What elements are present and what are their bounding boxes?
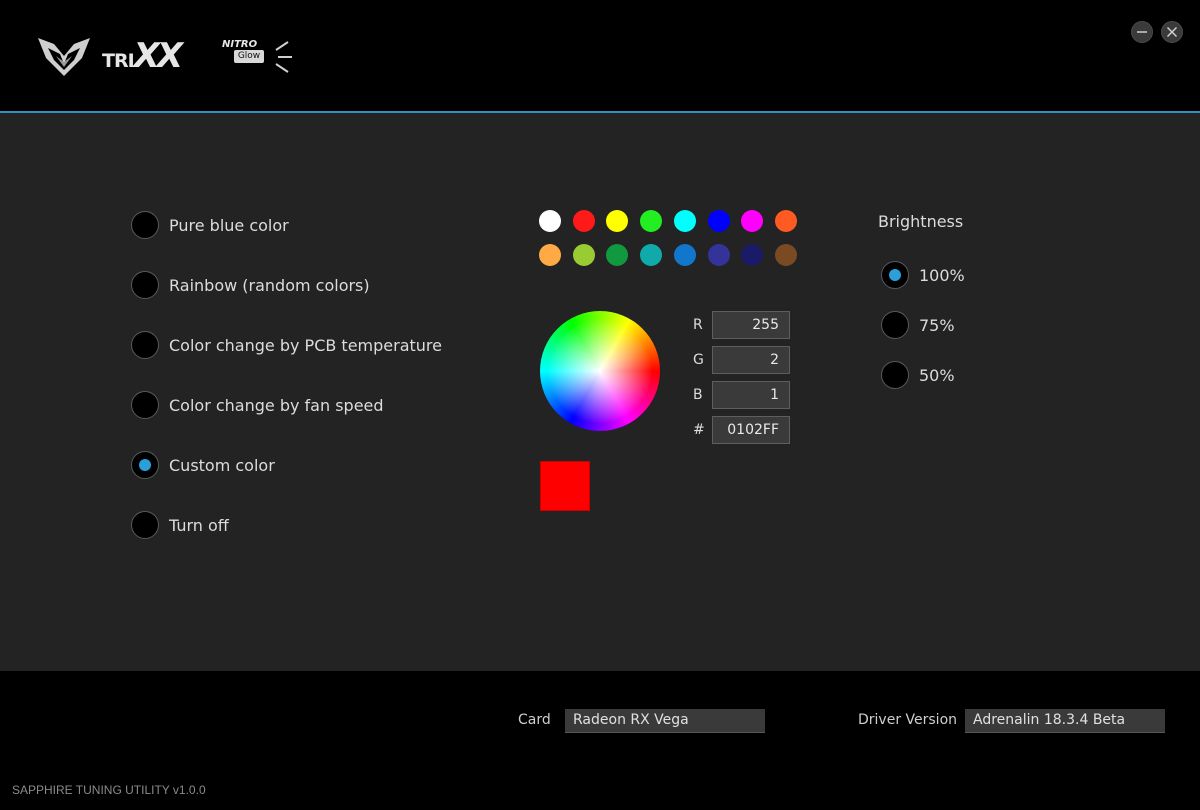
hex-input[interactable] bbox=[712, 416, 790, 444]
palette-swatch[interactable] bbox=[707, 210, 730, 232]
glow-rays-icon bbox=[275, 41, 292, 73]
palette-swatch[interactable] bbox=[539, 210, 561, 232]
mode-label: Color change by fan speed bbox=[169, 395, 384, 415]
mode-option-custom-color[interactable]: Custom color bbox=[131, 451, 275, 479]
brand-part2: XX bbox=[133, 36, 183, 76]
palette-swatch[interactable] bbox=[673, 244, 696, 266]
mode-label: Pure blue color bbox=[169, 215, 289, 235]
radio-button[interactable] bbox=[131, 211, 159, 239]
palette-swatch[interactable] bbox=[707, 244, 730, 266]
brand-part1: TRI bbox=[102, 50, 135, 72]
card-label: Card bbox=[518, 712, 551, 728]
palette-swatch[interactable] bbox=[572, 210, 595, 232]
mode-label: Turn off bbox=[169, 515, 229, 535]
color-preview-swatch bbox=[540, 461, 590, 511]
palette-swatch[interactable] bbox=[774, 244, 797, 266]
palette-swatch[interactable] bbox=[774, 210, 797, 232]
red-label: R bbox=[693, 317, 703, 333]
mode-label: Color change by PCB temperature bbox=[169, 335, 442, 355]
trixx-emblem-icon bbox=[38, 38, 90, 76]
radio-button[interactable] bbox=[881, 311, 909, 339]
glow-badge: Glow bbox=[234, 50, 264, 63]
radio-button[interactable] bbox=[131, 511, 159, 539]
driver-version-label: Driver Version bbox=[858, 712, 958, 728]
app-version-text: SAPPHIRE TUNING UTILITY v1.0.0 bbox=[12, 783, 206, 797]
close-button[interactable] bbox=[1161, 21, 1183, 43]
header-bar: TRIXX NITRO Glow bbox=[0, 0, 1200, 111]
red-input[interactable] bbox=[712, 311, 790, 339]
brightness-option-100[interactable]: 100% bbox=[881, 261, 965, 289]
driver-version-field: Adrenalin 18.3.4 Beta bbox=[965, 709, 1165, 733]
minimize-button[interactable] bbox=[1131, 21, 1153, 43]
radio-button-checked[interactable] bbox=[131, 451, 159, 479]
nitro-badge: NITRO bbox=[222, 39, 258, 50]
brightness-option-50[interactable]: 50% bbox=[881, 361, 955, 389]
minimize-icon bbox=[1137, 31, 1147, 33]
palette-swatch[interactable] bbox=[640, 210, 663, 232]
radio-button[interactable] bbox=[131, 271, 159, 299]
mode-option-pure-blue[interactable]: Pure blue color bbox=[131, 211, 289, 239]
green-input[interactable] bbox=[712, 346, 790, 374]
palette-swatch[interactable] bbox=[673, 210, 696, 232]
green-label: G bbox=[693, 352, 704, 368]
close-icon bbox=[1166, 26, 1178, 38]
blue-label: B bbox=[693, 387, 703, 403]
brightness-title: Brightness bbox=[878, 212, 964, 231]
radio-button[interactable] bbox=[881, 361, 909, 389]
mode-label: Rainbow (random colors) bbox=[169, 275, 370, 295]
brightness-label: 100% bbox=[919, 265, 965, 285]
brightness-option-75[interactable]: 75% bbox=[881, 311, 955, 339]
palette-swatch[interactable] bbox=[572, 244, 595, 266]
radio-button-checked[interactable] bbox=[881, 261, 909, 289]
mode-option-turn-off[interactable]: Turn off bbox=[131, 511, 229, 539]
radio-button[interactable] bbox=[131, 391, 159, 419]
mode-option-rainbow[interactable]: Rainbow (random colors) bbox=[131, 271, 370, 299]
mode-label: Custom color bbox=[169, 455, 275, 475]
mode-option-pcb-temperature[interactable]: Color change by PCB temperature bbox=[131, 331, 442, 359]
card-value-field: Radeon RX Vega bbox=[565, 709, 765, 733]
palette-swatch[interactable] bbox=[539, 244, 561, 266]
mode-option-fan-speed[interactable]: Color change by fan speed bbox=[131, 391, 384, 419]
brightness-label: 75% bbox=[919, 315, 955, 335]
color-wheel[interactable] bbox=[540, 311, 660, 431]
trixx-logo: TRIXX NITRO Glow bbox=[36, 32, 298, 80]
brightness-label: 50% bbox=[919, 365, 955, 385]
palette-swatch[interactable] bbox=[640, 244, 663, 266]
blue-input[interactable] bbox=[712, 381, 790, 409]
radio-button[interactable] bbox=[131, 331, 159, 359]
hex-label: # bbox=[693, 422, 705, 438]
trixx-wordmark: TRIXX bbox=[102, 36, 183, 76]
